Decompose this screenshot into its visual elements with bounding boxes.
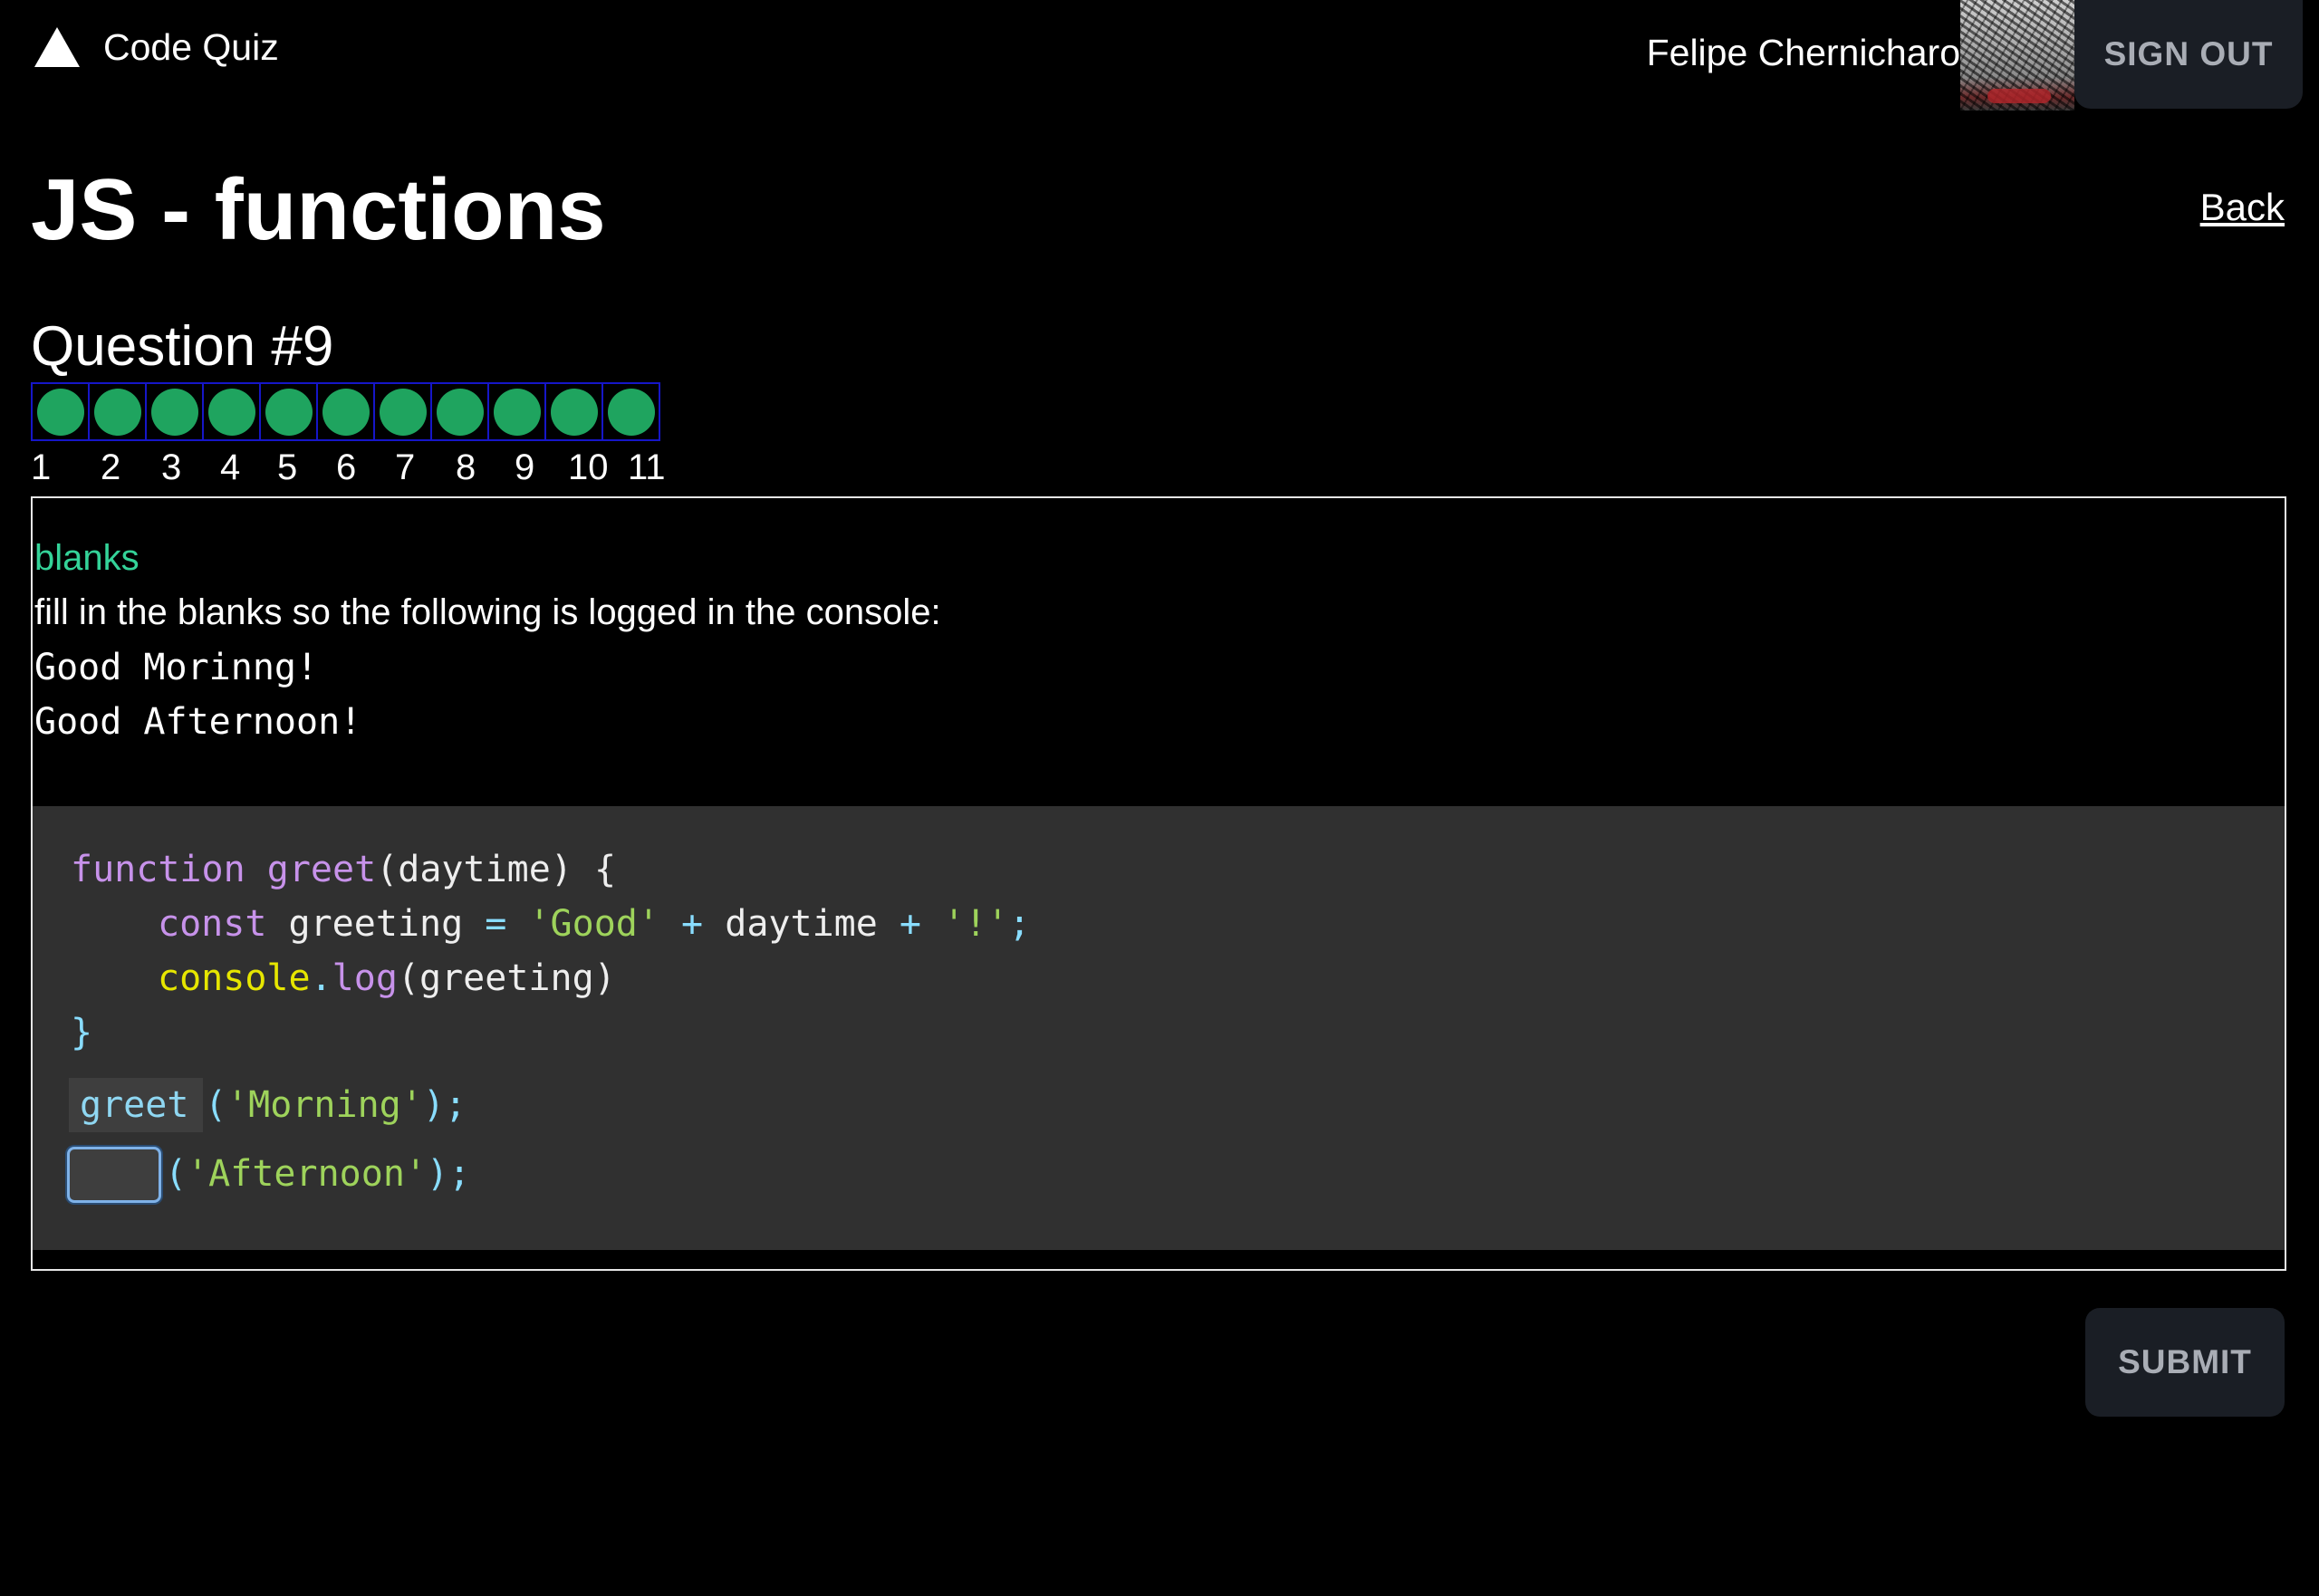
operator: = (485, 903, 507, 945)
app-logo[interactable]: Code Quiz (33, 25, 279, 69)
progress-label: 2 (101, 447, 121, 487)
code-text: daytime (725, 903, 878, 945)
progress-step-2[interactable] (88, 382, 147, 441)
question-heading: Question #9 (31, 315, 334, 378)
complete-dot-icon (93, 388, 141, 436)
complete-dot-icon (550, 388, 598, 436)
code-call-2: ('Afternoon'); (165, 1147, 470, 1201)
complete-dot-icon (379, 388, 427, 436)
punctuation: . (310, 957, 332, 999)
blank-answer-input[interactable] (67, 1147, 161, 1203)
code-line-2: const greeting = 'Good' + daytime + '!'; (158, 897, 1030, 951)
string-literal: 'Good' (528, 903, 659, 945)
question-progress (31, 382, 660, 441)
progress-label: 1 (31, 447, 52, 487)
progress-label: 5 (277, 447, 298, 487)
code-block: function greet(daytime) { const greeting… (33, 806, 2285, 1250)
question-type-label: blanks (34, 538, 140, 578)
sign-out-button[interactable]: SIGN OUT (2074, 0, 2303, 109)
progress-label: 7 (395, 447, 416, 487)
complete-dot-icon (207, 388, 255, 436)
progress-step-4[interactable] (202, 382, 261, 441)
progress-label: 3 (161, 447, 182, 487)
operator: + (899, 903, 921, 945)
punctuation: ; (1008, 903, 1031, 945)
string-literal: 'Afternoon' (187, 1153, 427, 1195)
progress-step-3[interactable] (145, 382, 204, 441)
top-bar: Code Quiz Felipe Chernicharo SIGN OUT (0, 0, 2319, 111)
progress-label: 11 (628, 447, 666, 487)
complete-dot-icon (322, 388, 370, 436)
complete-dot-icon (607, 388, 655, 436)
progress-labels: 1 2 3 4 5 6 7 8 9 10 11 (31, 447, 668, 488)
progress-step-9[interactable] (487, 382, 546, 441)
string-literal: '!' (943, 903, 1009, 945)
progress-step-11[interactable] (601, 382, 660, 441)
progress-step-5[interactable] (259, 382, 318, 441)
code-line-4: } (71, 1012, 93, 1053)
code-line-3: console.log(greeting) (158, 951, 616, 1005)
function-name: greet (266, 849, 377, 890)
filled-blank[interactable]: greet (69, 1078, 203, 1132)
expected-output-line: Good Afternoon! (34, 701, 362, 743)
code-text: greeting (288, 903, 464, 945)
progress-label: 10 (568, 447, 609, 487)
progress-label: 9 (515, 447, 535, 487)
back-link[interactable]: Back (2200, 186, 2285, 229)
progress-step-8[interactable] (430, 382, 489, 441)
keyword: const (158, 903, 267, 945)
page-title: JS - functions (31, 161, 606, 258)
method-name: log (332, 957, 398, 999)
submit-button[interactable]: SUBMIT (2085, 1308, 2285, 1417)
progress-step-10[interactable] (544, 382, 603, 441)
code-line-1: function greet(daytime) { (71, 842, 616, 897)
punctuation: ( (165, 1153, 188, 1195)
object-name: console (158, 957, 311, 999)
punctuation: ( (205, 1084, 227, 1126)
keyword: function (71, 849, 245, 890)
progress-step-6[interactable] (316, 382, 375, 441)
progress-label: 8 (456, 447, 476, 487)
code-text: (daytime) { (376, 849, 617, 890)
progress-label: 6 (336, 447, 357, 487)
complete-dot-icon (436, 388, 484, 436)
user-name: Felipe Chernicharo (1646, 32, 1960, 73)
progress-step-1[interactable] (31, 382, 90, 441)
code-text: (greeting) (397, 957, 616, 999)
complete-dot-icon (150, 388, 198, 436)
expected-output-line: Good Morinng! (34, 647, 319, 688)
brand-name: Code Quiz (103, 25, 279, 68)
complete-dot-icon (36, 388, 84, 436)
question-card: blanks fill in the blanks so the followi… (31, 496, 2286, 1271)
string-literal: 'Morning' (226, 1084, 423, 1126)
triangle-logo-icon (34, 27, 80, 67)
question-instruction: fill in the blanks so the following is l… (34, 592, 941, 632)
progress-label: 4 (220, 447, 241, 487)
progress-step-7[interactable] (373, 382, 432, 441)
operator: + (681, 903, 704, 945)
code-call-1: ('Morning'); (205, 1078, 467, 1132)
punctuation: ); (422, 1084, 467, 1126)
punctuation: ); (427, 1153, 471, 1195)
complete-dot-icon (265, 388, 313, 436)
avatar (1960, 0, 2074, 111)
complete-dot-icon (493, 388, 541, 436)
